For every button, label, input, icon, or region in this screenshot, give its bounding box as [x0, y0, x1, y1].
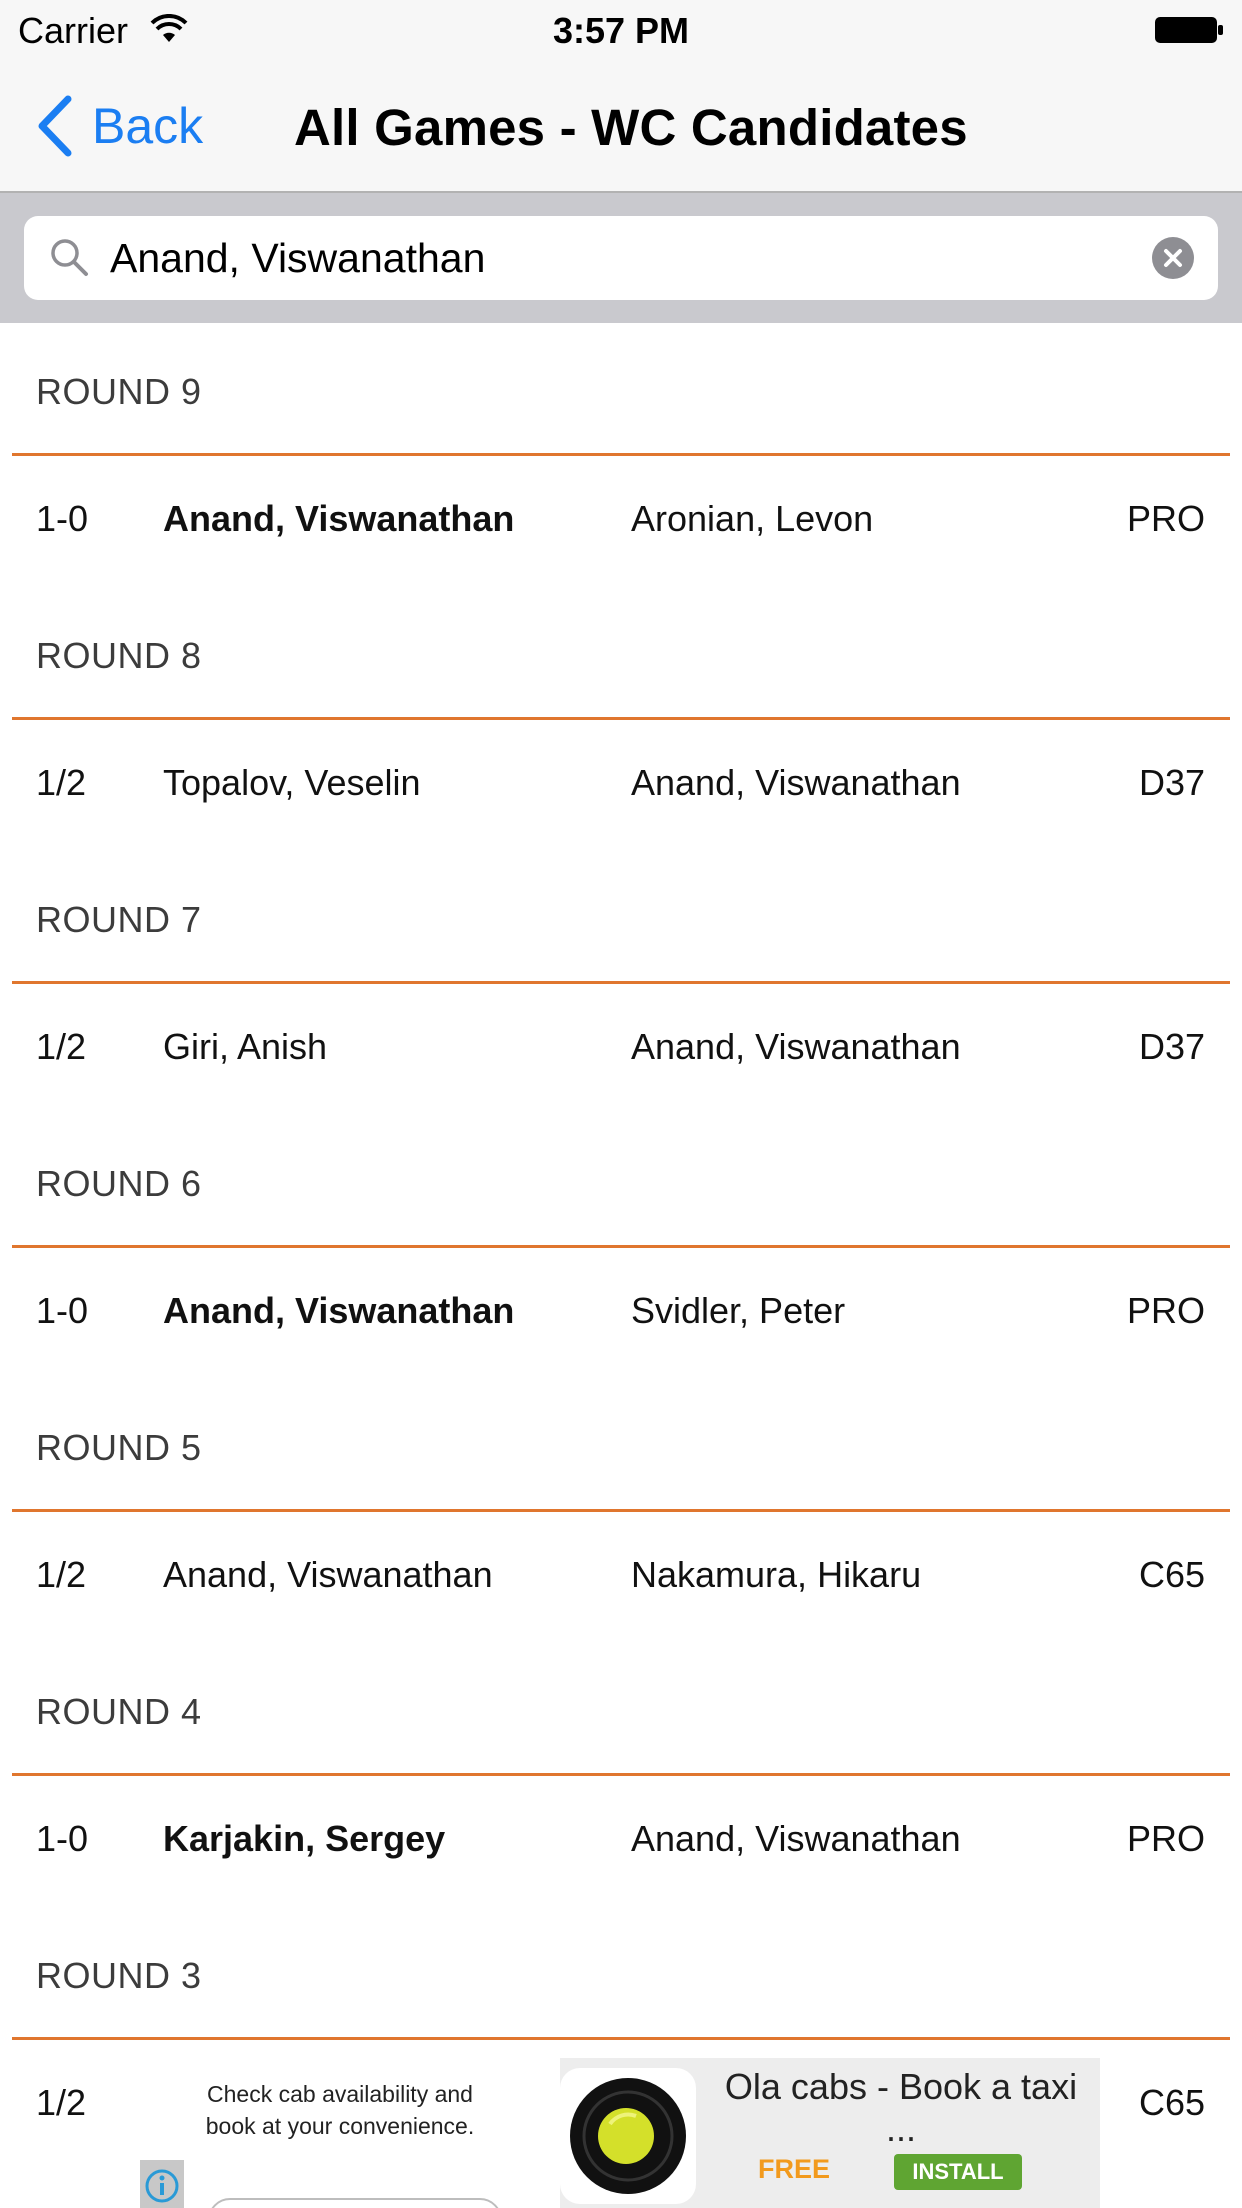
round-header: ROUND 8	[12, 587, 1230, 720]
game-result: 1-0	[36, 1818, 89, 1859]
round-header: ROUND 9	[12, 323, 1230, 456]
ad-install-button[interactable]: INSTALL	[894, 2154, 1022, 2190]
round-label: ROUND 8	[36, 635, 202, 676]
clear-icon[interactable]	[1152, 237, 1194, 279]
round-header: ROUND 5	[12, 1379, 1230, 1512]
game-result: 1-0	[36, 1290, 89, 1331]
round-header: ROUND 6	[12, 1115, 1230, 1248]
white-player: Topalov, Veselin	[163, 762, 421, 803]
ad-app-logo	[560, 2068, 696, 2204]
ad-banner[interactable]: Check cab availability and book at your …	[140, 2058, 1100, 2208]
eco-code: PRO	[1126, 498, 1205, 539]
white-player: Anand, Viswanathan	[163, 1290, 515, 1331]
game-row[interactable]: 1/2 Topalov, Veselin Anand, Viswanathan …	[0, 720, 1242, 851]
round-label: ROUND 7	[36, 899, 202, 940]
black-player: Anand, Viswanathan	[631, 762, 961, 803]
black-player: Svidler, Peter	[631, 1290, 846, 1331]
game-result: 1/2	[36, 2082, 87, 2123]
ad-copy: Check cab availability and book at your …	[205, 2081, 475, 2139]
eco-code: D37	[1138, 762, 1205, 803]
black-player: Nakamura, Hikaru	[631, 1554, 922, 1595]
search-input[interactable]	[110, 228, 1130, 288]
status-time: 3:57 PM	[552, 10, 690, 51]
battery-icon	[1155, 17, 1223, 43]
ad-button-outline[interactable]	[208, 2198, 502, 2208]
status-bar: Carrier 3:57 PM	[0, 0, 1242, 60]
chevron-left-icon	[38, 95, 72, 157]
round-label: ROUND 6	[36, 1163, 202, 1204]
round-header: ROUND 4	[12, 1643, 1230, 1776]
ad-price-label: FREE	[758, 2154, 831, 2184]
back-button[interactable]: Back	[34, 95, 204, 157]
eco-code: C65	[1138, 1554, 1205, 1595]
game-row[interactable]: 1-0 Anand, Viswanathan Svidler, Peter PR…	[0, 1248, 1242, 1379]
eco-code: PRO	[1126, 1818, 1205, 1859]
ola-logo-icon	[570, 2078, 686, 2194]
eco-code: PRO	[1126, 1290, 1205, 1331]
round-label: ROUND 9	[36, 371, 202, 412]
search-field[interactable]	[24, 216, 1218, 300]
round-label: ROUND 5	[36, 1427, 202, 1468]
round-label: ROUND 3	[36, 1955, 202, 1996]
ad-title: Ola cabs - Book a taxi ...	[724, 2066, 1078, 2149]
ad-text-panel: Check cab availability and book at your …	[140, 2058, 560, 2208]
info-icon	[145, 2169, 179, 2203]
round-header: ROUND 3	[12, 1907, 1230, 2040]
black-player: Anand, Viswanathan	[631, 1026, 961, 1067]
navigation-bar: Back All Games - WC Candidates	[0, 60, 1242, 193]
white-player: Giri, Anish	[163, 1026, 328, 1067]
black-player: Anand, Viswanathan	[631, 1818, 961, 1859]
round-label: ROUND 4	[36, 1691, 202, 1732]
ad-info-button[interactable]	[140, 2160, 184, 2208]
game-result: 1/2	[36, 762, 87, 803]
game-result: 1-0	[36, 498, 89, 539]
white-player: Karjakin, Sergey	[163, 1818, 446, 1859]
eco-code: C65	[1138, 2082, 1205, 2123]
round-header: ROUND 7	[12, 851, 1230, 984]
eco-code: D37	[1138, 1026, 1205, 1067]
games-list: ROUND 9 1-0 Anand, Viswanathan Aronian, …	[0, 323, 1242, 2171]
game-row[interactable]: 1-0 Karjakin, Sergey Anand, Viswanathan …	[0, 1776, 1242, 1907]
back-label: Back	[92, 98, 204, 154]
white-player: Anand, Viswanathan	[163, 1554, 493, 1595]
white-player: Anand, Viswanathan	[163, 498, 515, 539]
black-player: Aronian, Levon	[631, 498, 874, 539]
game-result: 1/2	[36, 1554, 87, 1595]
game-row[interactable]: 1-0 Anand, Viswanathan Aronian, Levon PR…	[0, 456, 1242, 587]
game-row[interactable]: 1/2 Anand, Viswanathan Nakamura, Hikaru …	[0, 1512, 1242, 1643]
page-title: All Games - WC Candidates	[294, 99, 968, 156]
game-result: 1/2	[36, 1026, 87, 1067]
game-row[interactable]: 1/2 Giri, Anish Anand, Viswanathan D37	[0, 984, 1242, 1115]
search-bar	[0, 193, 1242, 323]
search-icon	[51, 239, 88, 276]
